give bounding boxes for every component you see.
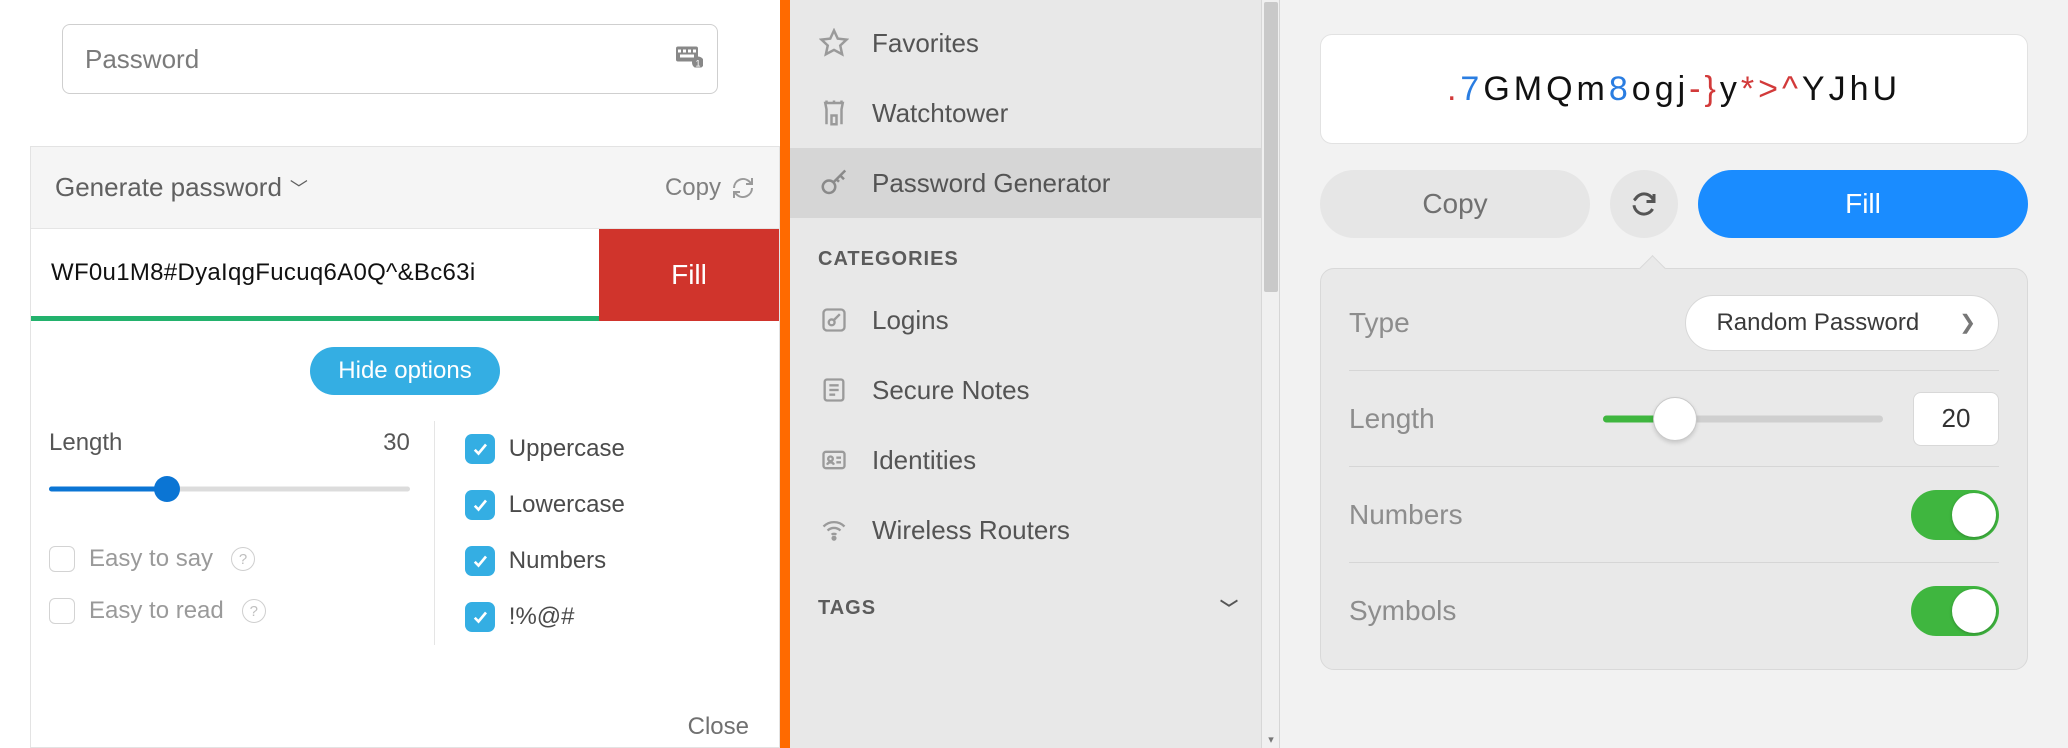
help-icon[interactable]: ? [242, 599, 266, 623]
sidebar-item-secure-notes[interactable]: Secure Notes [790, 355, 1279, 425]
length-slider[interactable] [49, 475, 410, 503]
sidebar-item-favorites[interactable]: Favorites [790, 8, 1279, 78]
sidebar-item-label: Wireless Routers [872, 515, 1070, 546]
numbers-toggle-label: Numbers [1349, 499, 1463, 531]
symbols-toggle[interactable] [1911, 586, 1999, 636]
tags-header[interactable]: TAGS ﹀ [790, 565, 1279, 635]
close-button[interactable]: Close [688, 713, 749, 741]
checkbox-checked-icon [465, 490, 495, 520]
chevron-right-icon: ❯ [1959, 310, 1976, 335]
generate-password-popup: Generate password ﹀ Copy WF0u1M8#DyaIqgF… [30, 146, 780, 748]
radio-unchecked-icon [49, 546, 75, 572]
checkbox-checked-icon [465, 546, 495, 576]
checkbox-checked-icon [465, 602, 495, 632]
copy-button[interactable]: Copy [665, 174, 721, 202]
sidebar-item-password-generator[interactable]: Password Generator [790, 148, 1279, 218]
generator-settings-card: Type Random Password ❯ Length 20 Numbers… [1320, 268, 2028, 670]
lowercase-checkbox[interactable]: Lowercase [465, 477, 765, 533]
generated-password-display[interactable]: .7GMQm8ogj-}y*>^YJhU [1320, 34, 2028, 144]
fill-button[interactable]: Fill [599, 229, 779, 321]
id-card-icon [818, 444, 850, 476]
refresh-icon[interactable] [731, 176, 755, 200]
length-value-box[interactable]: 20 [1913, 392, 1999, 446]
star-icon [818, 27, 850, 59]
tower-icon [818, 97, 850, 129]
type-label: Type [1349, 307, 1410, 339]
wifi-icon [818, 514, 850, 546]
chevron-down-icon: ﹀ [1220, 595, 1239, 621]
scrollbar[interactable]: ▾ [1261, 0, 1279, 748]
refresh-button[interactable] [1610, 170, 1678, 238]
easy-to-say-option[interactable]: Easy to say ? [45, 533, 414, 585]
sidebar-item-label: Password Generator [872, 168, 1110, 199]
length-slider[interactable] [1603, 404, 1883, 434]
password-field-wrap: 1 [62, 24, 718, 94]
panel-divider [780, 0, 790, 748]
symbols-toggle-label: Symbols [1349, 595, 1456, 627]
key-icon [818, 167, 850, 199]
scrollbar-thumb[interactable] [1264, 2, 1278, 292]
generated-password-value[interactable]: WF0u1M8#DyaIqgFucuq6A0Q^&Bc63i [31, 229, 599, 321]
hide-options-button[interactable]: Hide options [310, 347, 499, 395]
copy-button[interactable]: Copy [1320, 170, 1590, 238]
easy-to-read-option[interactable]: Easy to read ? [45, 585, 414, 637]
sidebar-item-label: Secure Notes [872, 375, 1030, 406]
sidebar-item-label: Watchtower [872, 98, 1008, 129]
categories-header: CATEGORIES [790, 218, 1279, 285]
uppercase-checkbox[interactable]: Uppercase [465, 421, 765, 477]
onepassword-sidebar: Favorites Watchtower Password Generator … [790, 0, 1280, 748]
onepassword-generator-panel: .7GMQm8ogj-}y*>^YJhU Copy Fill Type Rand… [1280, 0, 2068, 748]
sidebar-item-wireless-routers[interactable]: Wireless Routers [790, 495, 1279, 565]
svg-text:1: 1 [695, 59, 700, 68]
sidebar-item-watchtower[interactable]: Watchtower [790, 78, 1279, 148]
help-icon[interactable]: ? [231, 547, 255, 571]
fill-button[interactable]: Fill [1698, 170, 2028, 238]
length-label: Length [49, 429, 122, 457]
scrollbar-down-arrow[interactable]: ▾ [1262, 730, 1280, 748]
lastpass-panel: 1 Generate password ﹀ Copy WF0u1M8#DyaIq… [0, 0, 780, 748]
sidebar-item-label: Logins [872, 305, 949, 336]
sidebar-item-label: Identities [872, 445, 976, 476]
key-square-icon [818, 304, 850, 336]
symbols-checkbox[interactable]: !%@# [465, 589, 765, 645]
password-input[interactable] [85, 25, 657, 93]
sidebar-item-label: Favorites [872, 28, 979, 59]
notes-icon [818, 374, 850, 406]
length-label: Length [1349, 403, 1435, 435]
type-selector[interactable]: Random Password ❯ [1685, 295, 1999, 351]
numbers-checkbox[interactable]: Numbers [465, 533, 765, 589]
radio-unchecked-icon [49, 598, 75, 624]
sidebar-item-logins[interactable]: Logins [790, 285, 1279, 355]
checkbox-checked-icon [465, 434, 495, 464]
keyboard-icon[interactable]: 1 [675, 44, 703, 75]
chevron-down-icon: ﹀ [290, 175, 308, 201]
sidebar-item-identities[interactable]: Identities [790, 425, 1279, 495]
length-value: 30 [383, 429, 410, 457]
numbers-toggle[interactable] [1911, 490, 1999, 540]
generate-password-title[interactable]: Generate password ﹀ [55, 172, 308, 203]
